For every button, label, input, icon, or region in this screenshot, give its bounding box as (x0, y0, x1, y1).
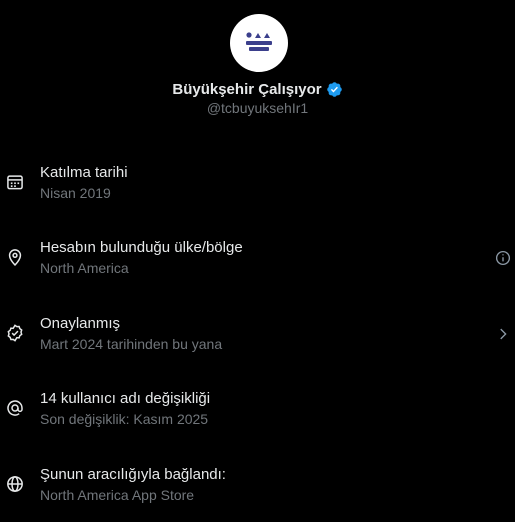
location-pin-icon (5, 247, 25, 267)
verified-label: Onaylanmış (40, 315, 121, 332)
join-date-row: Katılma tarihi Nisan 2019 (0, 164, 515, 220)
info-icon[interactable] (494, 249, 512, 267)
globe-icon (5, 474, 25, 494)
account-location-value: North America (40, 260, 129, 276)
avatar-logo (246, 32, 272, 51)
avatar[interactable] (230, 14, 288, 72)
username-changes-row: 14 kullanıcı adı değişikliği Son değişik… (0, 390, 515, 446)
connected-via-value: North America App Store (40, 487, 195, 503)
last-change-value: Son değişiklik: Kasım 2025 (40, 411, 209, 427)
calendar-icon (5, 172, 25, 192)
profile-name-row: Büyükşehir Çalışıyor (0, 78, 515, 100)
profile-header: Büyükşehir Çalışıyor @tcbuyuksehIr1 (0, 0, 515, 130)
username-changes-label: 14 kullanıcı adı değişikliği (40, 390, 211, 407)
profile-handle: @tcbuyuksehIr1 (206, 100, 309, 116)
verified-badge-icon (5, 323, 25, 343)
chevron-right-icon[interactable] (494, 325, 512, 343)
connected-via-label: Şunun aracılığıyla bağlandı: (40, 466, 226, 483)
join-date-label: Katılma tarihi (40, 164, 128, 181)
account-location-row: Hesabın bulunduğu ülke/bölge North Ameri… (0, 239, 515, 295)
verified-since-value: Mart 2024 tarihinden bu yana (40, 336, 223, 352)
join-date-value: Nisan 2019 (40, 185, 111, 201)
verified-row[interactable]: Onaylanmış Mart 2024 tarihinden bu yana (0, 315, 515, 371)
at-sign-icon (5, 398, 25, 418)
profile-name: Büyükşehir Çalışıyor (172, 80, 322, 98)
account-location-label: Hesabın bulunduğu ülke/bölge (40, 239, 243, 256)
verified-badge-icon[interactable] (326, 81, 343, 98)
